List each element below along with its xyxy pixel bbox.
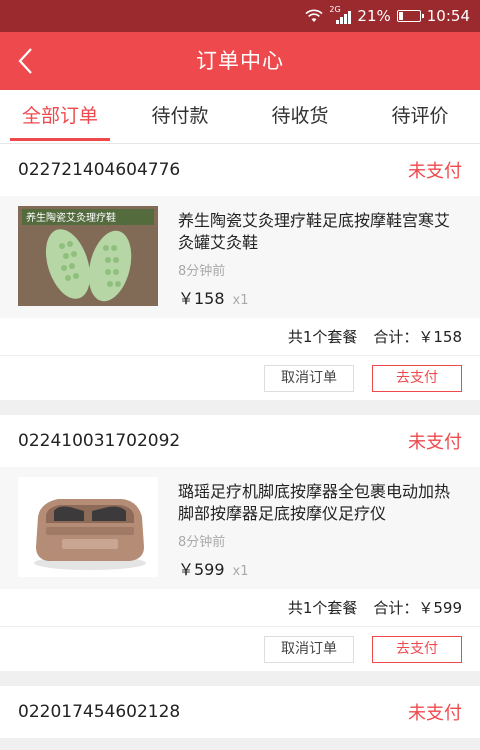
status-indicators: 2G 21% 10:54 bbox=[305, 5, 470, 27]
cancel-order-button[interactable]: 取消订单 bbox=[264, 635, 354, 663]
battery-icon bbox=[396, 10, 424, 22]
package-count: 共1个套餐 bbox=[287, 328, 358, 346]
item-title: 璐瑶足疗机脚底按摩器全包裹电动加热脚部按摩器足底按摩仪足疗仪 bbox=[178, 482, 451, 523]
order-actions: 取消订单 去支付 bbox=[0, 356, 480, 400]
order-summary: 共1个套餐 合计：￥158 bbox=[0, 318, 480, 356]
item-time: 8分钟前 bbox=[178, 535, 226, 550]
tab-pending-receipt[interactable]: 待收货 bbox=[240, 90, 360, 143]
order-total: 合计：￥599 bbox=[373, 599, 462, 617]
order-status: 未支付 bbox=[408, 161, 462, 182]
item-price: ￥158 bbox=[178, 289, 225, 308]
title-bar: 订单中心 bbox=[0, 32, 480, 90]
pay-button[interactable]: 去支付 bbox=[372, 364, 462, 392]
battery-percent: 21% bbox=[357, 7, 391, 25]
item-price-row: ￥158 x1 bbox=[178, 285, 462, 309]
item-price: ￥599 bbox=[178, 560, 225, 579]
order-actions: 取消订单 去支付 bbox=[0, 627, 480, 671]
pay-button[interactable]: 去支付 bbox=[372, 635, 462, 663]
cancel-order-button[interactable]: 取消订单 bbox=[264, 364, 354, 392]
order-card: 022721404604776 未支付 养生陶瓷艾灸理疗鞋 养生陶瓷艾灸理疗鞋足… bbox=[0, 144, 480, 400]
item-info: 璐瑶足疗机脚底按摩器全包裹电动加热脚部按摩器足底按摩仪足疗仪 8分钟前 ￥599… bbox=[178, 481, 462, 580]
order-total: 合计：￥158 bbox=[373, 328, 462, 346]
item-quantity: x1 bbox=[232, 293, 249, 308]
product-image-foot-massager bbox=[18, 477, 158, 577]
order-header: 022721404604776 未支付 bbox=[0, 144, 480, 196]
order-number: 022017454602128 bbox=[18, 702, 181, 722]
page-title: 订单中心 bbox=[196, 49, 284, 73]
tab-all-orders[interactable]: 全部订单 bbox=[0, 90, 120, 143]
order-header: 022017454602128 未支付 bbox=[0, 686, 480, 738]
order-card: 022410031702092 未支付 璐瑶足疗机脚底按摩器全包裹电动加热脚部按… bbox=[0, 415, 480, 671]
order-card: 022017454602128 未支付 bbox=[0, 686, 480, 738]
product-image-moxibustion-shoes: 养生陶瓷艾灸理疗鞋 bbox=[18, 206, 158, 306]
order-status: 未支付 bbox=[408, 703, 462, 724]
product-image-caption: 养生陶瓷艾灸理疗鞋 bbox=[26, 211, 116, 224]
clock: 10:54 bbox=[426, 7, 470, 25]
item-price-row: ￥599 x1 bbox=[178, 556, 462, 580]
order-item[interactable]: 养生陶瓷艾灸理疗鞋 养生陶瓷艾灸理疗鞋足底按摩鞋宫寒艾灸罐艾灸鞋 8分钟前 ￥1… bbox=[0, 196, 480, 318]
item-time: 8分钟前 bbox=[178, 264, 226, 279]
order-number: 022410031702092 bbox=[18, 431, 181, 451]
order-item[interactable]: 璐瑶足疗机脚底按摩器全包裹电动加热脚部按摩器足底按摩仪足疗仪 8分钟前 ￥599… bbox=[0, 467, 480, 589]
order-tabs: 全部订单 待付款 待收货 待评价 bbox=[0, 90, 480, 144]
package-count: 共1个套餐 bbox=[287, 599, 358, 617]
tab-pending-review[interactable]: 待评价 bbox=[360, 90, 480, 143]
item-title: 养生陶瓷艾灸理疗鞋足底按摩鞋宫寒艾灸罐艾灸鞋 bbox=[178, 211, 451, 252]
wifi-icon bbox=[305, 9, 323, 22]
cell-signal-icon: 2G bbox=[329, 5, 352, 25]
item-quantity: x1 bbox=[232, 564, 249, 579]
order-status: 未支付 bbox=[408, 432, 462, 453]
tab-pending-payment[interactable]: 待付款 bbox=[120, 90, 240, 143]
status-bar: 2G 21% 10:54 bbox=[0, 0, 480, 32]
order-summary: 共1个套餐 合计：￥599 bbox=[0, 589, 480, 627]
item-info: 养生陶瓷艾灸理疗鞋足底按摩鞋宫寒艾灸罐艾灸鞋 8分钟前 ￥158 x1 bbox=[178, 210, 462, 309]
order-header: 022410031702092 未支付 bbox=[0, 415, 480, 467]
order-list: 022721404604776 未支付 养生陶瓷艾灸理疗鞋 养生陶瓷艾灸理疗鞋足… bbox=[0, 144, 480, 750]
order-number: 022721404604776 bbox=[18, 160, 181, 180]
